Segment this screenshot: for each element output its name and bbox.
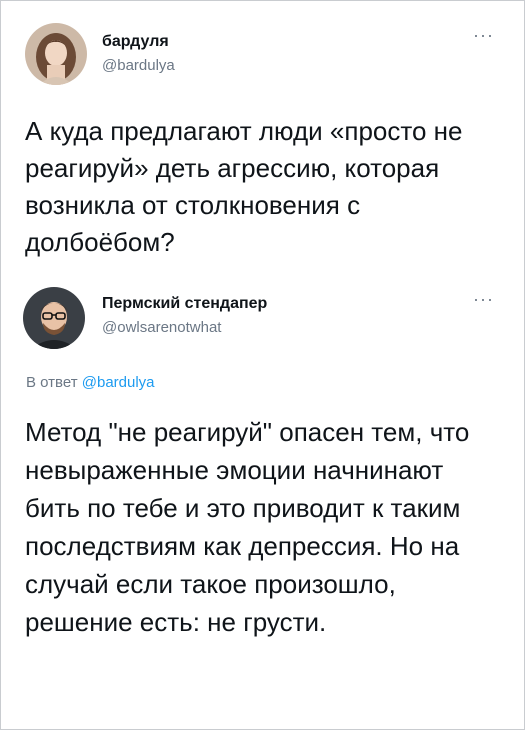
more-options-icon[interactable]: ··· <box>473 289 494 310</box>
avatar[interactable] <box>25 23 87 85</box>
reply-prefix: В ответ <box>26 374 78 391</box>
reply-mention-link[interactable]: @bardulya <box>82 374 155 391</box>
tweet-text: Метод "не реагируй" опасен тем, что невы… <box>25 417 470 637</box>
reply-context: В ответ @bardulya <box>26 374 155 391</box>
avatar-photo-icon <box>23 287 85 349</box>
author-handle[interactable]: @owlsarenotwhat <box>102 319 221 336</box>
avatar[interactable] <box>23 287 85 349</box>
more-options-icon[interactable]: ··· <box>473 25 494 46</box>
avatar-photo-icon <box>25 23 87 85</box>
author-handle[interactable]: @bardulya <box>102 57 175 74</box>
author-name[interactable]: бардуля <box>102 33 169 51</box>
author-name[interactable]: Пермский стендапер <box>102 295 267 313</box>
screenshot-frame: бардуля @bardulya ··· А куда предлагают … <box>0 0 525 730</box>
tweet-text: А куда предлагают люди «просто не реагир… <box>25 116 463 257</box>
